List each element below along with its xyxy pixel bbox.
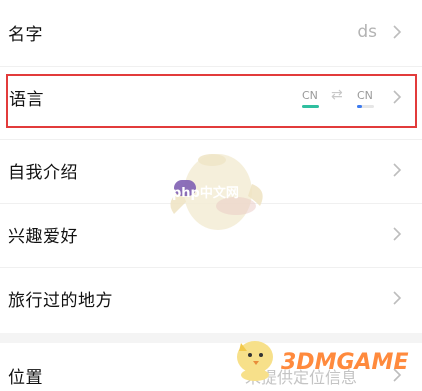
chevron-right-icon [392, 226, 402, 242]
profile-row-name[interactable]: 名字 ds [0, 2, 422, 62]
3dm-watermark-text: 3DMGAME [281, 350, 409, 375]
row-label: 旅行过的地方 [8, 290, 113, 311]
3dm-watermark: 3DMGAME [225, 335, 422, 387]
chevron-right-icon [392, 162, 402, 178]
name-value: ds [357, 22, 377, 42]
chevron-right-icon [392, 24, 402, 40]
php-watermark-text: php中文网 [172, 186, 239, 201]
row-label: 名字 [8, 24, 43, 45]
highlight-box [6, 74, 417, 128]
profile-row-travel[interactable]: 旅行过的地方 [0, 268, 422, 328]
row-label: 位置 [8, 368, 43, 388]
chevron-right-icon [392, 290, 402, 306]
chick-icon [237, 341, 273, 381]
php-watermark: php中文网 [160, 150, 270, 240]
row-label: 兴趣爱好 [8, 226, 78, 247]
row-label: 自我介绍 [8, 162, 78, 183]
